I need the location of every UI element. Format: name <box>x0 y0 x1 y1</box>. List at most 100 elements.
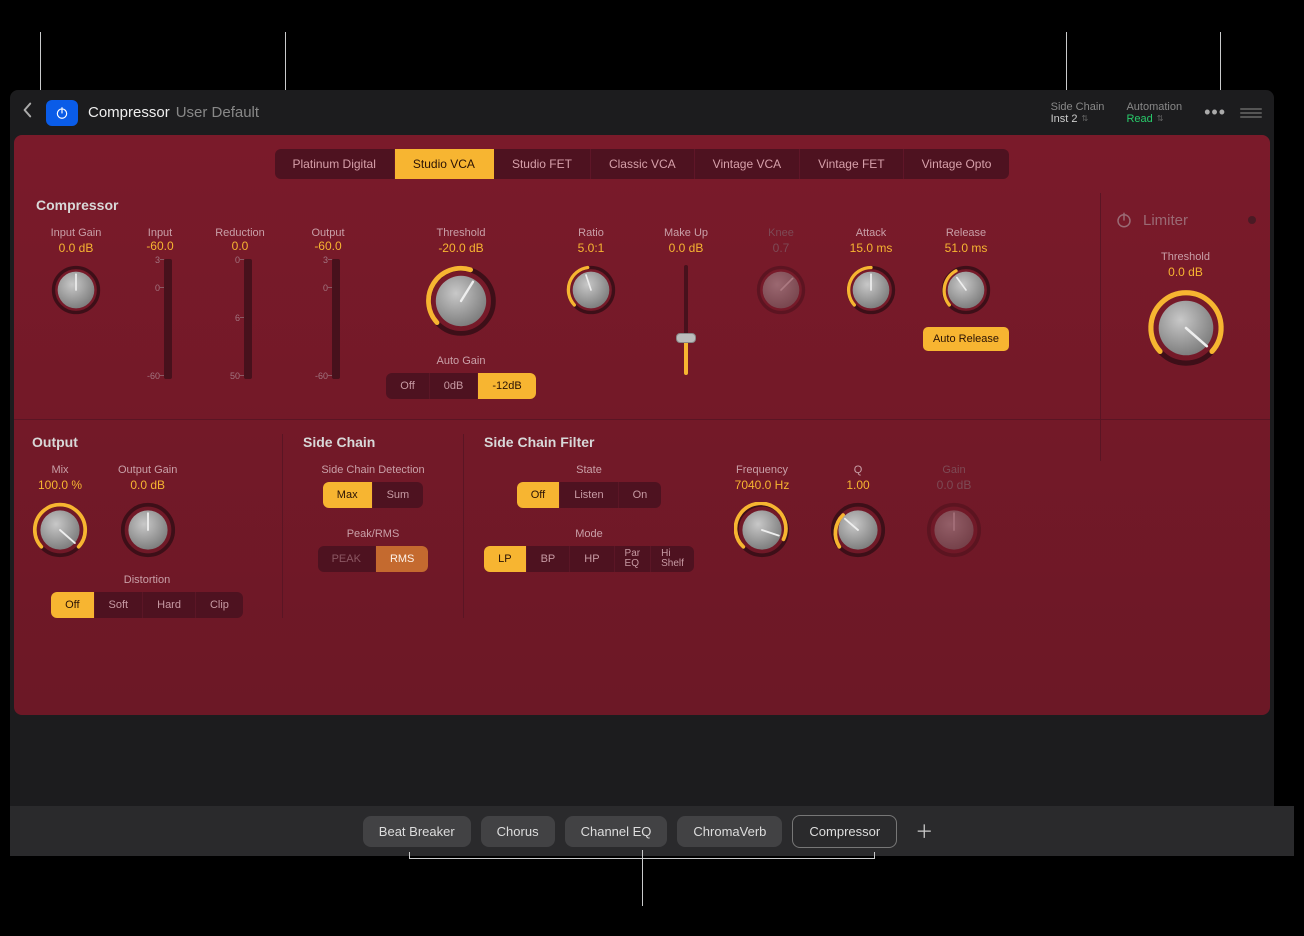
model-tab[interactable]: Vintage FET <box>800 149 903 179</box>
param-value[interactable]: 0.0 dB <box>118 478 177 492</box>
segment-option[interactable]: Off <box>386 373 429 399</box>
param-label: Output Gain <box>118 464 177 476</box>
section-title-sidechain: Side Chain <box>303 434 443 450</box>
segment-option[interactable]: BP <box>527 546 571 572</box>
threshold-knob[interactable] <box>425 265 497 337</box>
model-tab-bar: Platinum DigitalStudio VCAStudio FETClas… <box>275 149 1010 179</box>
section-title-compressor: Compressor <box>36 197 118 213</box>
param-label: Input Gain <box>32 227 120 239</box>
plugin-header: Compressor User Default Side Chain Inst … <box>10 90 1274 135</box>
model-tab[interactable]: Studio FET <box>494 149 591 179</box>
model-tab[interactable]: Vintage VCA <box>695 149 801 179</box>
limiter-threshold-knob[interactable] <box>1147 289 1225 367</box>
segment-option[interactable]: ParEQ <box>615 546 652 572</box>
frequency-knob[interactable] <box>734 502 790 558</box>
mode-label: Mode <box>484 528 694 540</box>
input-meter: 3 0 -60 <box>142 259 178 379</box>
param-value[interactable]: 7040.0 Hz <box>734 478 790 492</box>
filter-gain-knob <box>926 502 982 558</box>
plugin-pill[interactable]: Compressor <box>792 815 897 848</box>
plugin-name[interactable]: Compressor <box>88 104 170 121</box>
back-button[interactable] <box>22 101 46 124</box>
param-value[interactable]: -20.0 dB <box>376 241 546 255</box>
preset-name[interactable]: User Default <box>176 104 259 121</box>
param-value[interactable]: 100.0 % <box>32 478 88 492</box>
mode-segmented: LPBPHPParEQHiShelf <box>484 546 694 572</box>
plugin-pill[interactable]: ChromaVerb <box>677 816 782 847</box>
param-value: 0.7 <box>736 241 826 255</box>
detection-segmented: MaxSum <box>323 482 423 508</box>
detection-label: Side Chain Detection <box>303 464 443 476</box>
state-label: State <box>484 464 694 476</box>
power-icon[interactable] <box>1115 211 1133 229</box>
segment-option[interactable]: Off <box>517 482 560 508</box>
peakrms-label: Peak/RMS <box>303 528 443 540</box>
segment-option[interactable]: HP <box>570 546 614 572</box>
segment-option[interactable]: Sum <box>373 482 424 508</box>
model-tab[interactable]: Vintage Opto <box>904 149 1010 179</box>
state-segmented: OffListenOn <box>517 482 662 508</box>
param-value[interactable]: 0.0 dB <box>636 241 736 255</box>
plugin-chain-bar: Beat Breaker Chorus Channel EQ ChromaVerb Co… <box>10 806 1294 856</box>
segment-option[interactable]: -12dB <box>478 373 535 399</box>
ratio-knob[interactable] <box>566 265 616 315</box>
param-label: Make Up <box>636 227 736 239</box>
param-value[interactable]: 51.0 ms <box>916 241 1016 255</box>
auto-release-button[interactable]: Auto Release <box>923 327 1009 351</box>
callout-line <box>409 852 410 858</box>
segment-option[interactable]: Soft <box>95 592 144 618</box>
peakrms-segmented: PEAKRMS <box>318 546 429 572</box>
segment-option[interactable]: 0dB <box>430 373 479 399</box>
input-gain-knob[interactable] <box>51 265 101 315</box>
output-gain-knob[interactable] <box>120 502 176 558</box>
makeup-slider[interactable] <box>676 265 696 375</box>
segment-option[interactable]: PEAK <box>318 546 376 572</box>
callout-line <box>642 850 643 906</box>
param-value: -60.0 <box>290 239 366 253</box>
distortion-segmented: OffSoftHardClip <box>51 592 243 618</box>
plugin-pill[interactable]: Channel EQ <box>565 816 668 847</box>
segment-option[interactable]: HiShelf <box>651 546 694 572</box>
model-tab[interactable]: Studio VCA <box>395 149 494 179</box>
plugin-pill[interactable]: Chorus <box>481 816 555 847</box>
q-knob[interactable] <box>830 502 886 558</box>
param-label: Reduction <box>210 227 270 239</box>
mix-knob[interactable] <box>32 502 88 558</box>
plugin-pill[interactable]: Beat Breaker <box>363 816 471 847</box>
model-tab[interactable]: Classic VCA <box>591 149 695 179</box>
output-meter: 3 0 -60 <box>310 259 346 379</box>
model-tab[interactable]: Platinum Digital <box>275 149 395 179</box>
segment-option[interactable]: RMS <box>376 546 428 572</box>
param-value: 0.0 <box>210 239 270 253</box>
segment-option[interactable]: Hard <box>143 592 196 618</box>
param-label: Ratio <box>546 227 636 239</box>
param-value[interactable]: 5.0:1 <box>546 241 636 255</box>
more-menu-button[interactable]: ••• <box>1204 102 1226 123</box>
automation-selector[interactable]: Automation Read⇅ <box>1126 101 1182 125</box>
segment-option[interactable]: Listen <box>560 482 618 508</box>
attack-knob[interactable] <box>846 265 896 315</box>
segment-option[interactable]: On <box>619 482 662 508</box>
power-icon <box>55 106 69 120</box>
param-value[interactable]: 0.0 dB <box>1115 265 1256 279</box>
param-value[interactable]: 0.0 dB <box>32 241 120 255</box>
plugin-power-button[interactable] <box>46 100 78 126</box>
release-knob[interactable] <box>941 265 991 315</box>
distortion-label: Distortion <box>32 574 262 586</box>
plugin-window: Compressor User Default Side Chain Inst … <box>10 90 1274 856</box>
add-plugin-button[interactable]: ＋ <box>907 814 941 848</box>
segment-option[interactable]: Max <box>323 482 373 508</box>
param-value: 0.0 dB <box>926 478 982 492</box>
param-value[interactable]: 15.0 ms <box>826 241 916 255</box>
reduction-meter: 0 6 50 <box>222 259 258 379</box>
autogain-label: Auto Gain <box>376 355 546 367</box>
param-value[interactable]: 1.00 <box>830 478 886 492</box>
param-label: Q <box>830 464 886 476</box>
sidechain-selector[interactable]: Side Chain Inst 2⇅ <box>1051 101 1105 125</box>
segment-option[interactable]: LP <box>484 546 526 572</box>
param-label: Release <box>916 227 1016 239</box>
segment-option[interactable]: Off <box>51 592 94 618</box>
param-label: Attack <box>826 227 916 239</box>
drag-handle[interactable] <box>1240 108 1262 118</box>
segment-option[interactable]: Clip <box>196 592 243 618</box>
